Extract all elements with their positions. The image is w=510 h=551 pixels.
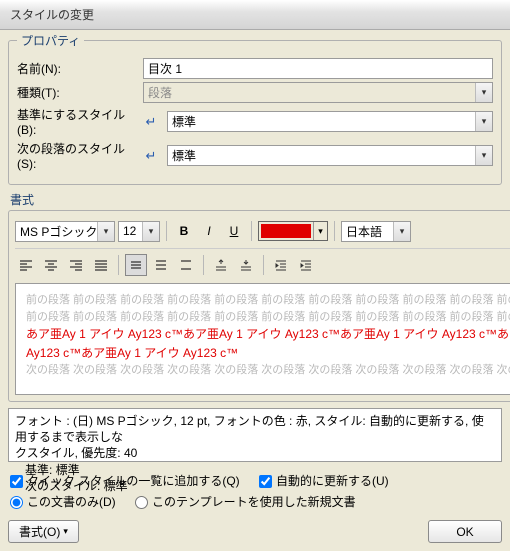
next-reset-icon[interactable]: ↵ (143, 148, 159, 164)
preview-before: 前の段落 前の段落 前の段落 前の段落 前の段落 前の段落 前の段落 前の段落 … (26, 292, 510, 309)
preview-after: 次の段落 次の段落 次の段落 次の段落 次の段落 次の段落 次の段落 次の段落 … (26, 362, 510, 379)
color-swatch (261, 224, 311, 238)
property-legend: プロパティ (17, 32, 84, 49)
based-label: 基準にするスタイル(B): (17, 106, 137, 137)
line-spacing-2-button[interactable] (175, 254, 197, 276)
space-before-inc-button[interactable] (210, 254, 232, 276)
separator (118, 255, 119, 275)
indent-dec-button[interactable] (270, 254, 292, 276)
align-left-button[interactable] (15, 254, 37, 276)
lang-select[interactable]: ▾ (341, 221, 411, 242)
line-spacing-1-5-button[interactable] (150, 254, 172, 276)
chevron-down-icon[interactable]: ▾ (313, 222, 327, 240)
this-doc-radio[interactable]: この文書のみ(D) (10, 495, 116, 509)
align-center-button[interactable] (40, 254, 62, 276)
align-right-button[interactable] (65, 254, 87, 276)
separator (203, 255, 204, 275)
next-value[interactable] (167, 145, 493, 166)
chevron-down-icon[interactable]: ▾ (97, 222, 114, 241)
kind-value (143, 82, 493, 103)
auto-update-checkbox[interactable]: 自動的に更新する(U) (259, 474, 389, 488)
chevron-down-icon: ▾ (63, 526, 68, 537)
size-select[interactable]: ▾ (118, 221, 160, 242)
chevron-down-icon[interactable]: ▾ (393, 222, 410, 241)
underline-button[interactable]: U (223, 220, 245, 242)
preview-sample: あア亜Ay 1 アイウ Ay123 c™あア亜Ay 1 アイウ Ay123 c™… (26, 325, 510, 362)
line-spacing-1-button[interactable] (125, 254, 147, 276)
description-box: フォント : (日) MS Pゴシック, 12 pt, フォントの色 : 赤, … (8, 408, 502, 462)
template-radio[interactable]: このテンプレートを使用した新規文書 (135, 495, 356, 509)
italic-button[interactable]: I (198, 220, 220, 242)
desc-line-2: クスタイル, 優先度: 40 (15, 445, 495, 461)
next-label: 次の段落のスタイル(S): (17, 140, 137, 171)
bottom-bar: 書式(O)▾ OK (8, 514, 502, 543)
indent-inc-button[interactable] (295, 254, 317, 276)
preview-before-2: 前の段落 前の段落 前の段落 前の段落 前の段落 前の段落 前の段落 前の段落 … (26, 309, 510, 326)
quick-style-checkbox[interactable]: クイック スタイルの一覧に追加する(Q) (10, 474, 240, 488)
format-legend: 書式 (10, 191, 502, 208)
preview-box: 前の段落 前の段落 前の段落 前の段落 前の段落 前の段落 前の段落 前の段落 … (15, 283, 510, 395)
format-group: ▾ ▾ B I U ▾ ▾ (8, 210, 510, 402)
name-input[interactable] (143, 58, 493, 79)
chevron-down-icon[interactable]: ▾ (142, 222, 159, 241)
font-select[interactable]: ▾ (15, 221, 115, 242)
radio-row: この文書のみ(D) このテンプレートを使用した新規文書 (10, 493, 500, 510)
separator (334, 221, 335, 241)
bold-button[interactable]: B (173, 220, 195, 242)
checkbox-row: クイック スタイルの一覧に追加する(Q) 自動的に更新する(U) (10, 472, 500, 489)
based-value[interactable] (167, 111, 493, 132)
format-toolbar-2 (15, 248, 510, 279)
separator (251, 221, 252, 241)
name-label: 名前(N): (17, 60, 137, 77)
chevron-down-icon[interactable]: ▾ (475, 146, 492, 165)
separator (263, 255, 264, 275)
kind-select[interactable]: ▾ (143, 82, 493, 103)
ok-button[interactable]: OK (428, 520, 502, 543)
format-button[interactable]: 書式(O)▾ (8, 520, 79, 543)
based-reset-icon[interactable]: ↵ (143, 114, 159, 130)
property-group: プロパティ 名前(N): 種類(T): ▾ 基準にするスタイル(B): ↵ ▾ … (8, 32, 502, 185)
window-title: スタイルの変更 (0, 0, 510, 30)
chevron-down-icon[interactable]: ▾ (475, 112, 492, 131)
format-toolbar-1: ▾ ▾ B I U ▾ ▾ (15, 217, 510, 245)
separator (166, 221, 167, 241)
font-color-select[interactable]: ▾ (258, 221, 328, 241)
align-justify-button[interactable] (90, 254, 112, 276)
next-select[interactable]: ▾ (167, 145, 493, 166)
name-input-wrap[interactable] (143, 58, 493, 79)
kind-label: 種類(T): (17, 84, 137, 101)
space-before-dec-button[interactable] (235, 254, 257, 276)
desc-line-1: フォント : (日) MS Pゴシック, 12 pt, フォントの色 : 赤, … (15, 413, 495, 445)
chevron-down-icon[interactable]: ▾ (475, 83, 492, 102)
based-select[interactable]: ▾ (167, 111, 493, 132)
